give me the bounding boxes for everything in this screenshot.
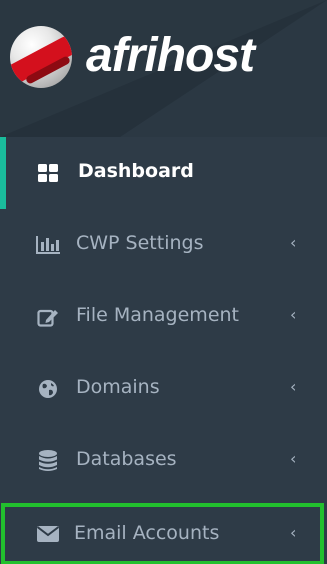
chevron-left-icon: ‹ <box>290 523 297 542</box>
dashboard-icon <box>36 162 60 184</box>
chevron-left-icon: ‹ <box>290 305 297 324</box>
envelope-icon <box>36 523 60 545</box>
sidebar-item-email-accounts[interactable]: Email Accounts ‹ <box>1 503 324 564</box>
chevron-left-icon: ‹ <box>290 377 297 396</box>
edit-icon <box>36 306 60 328</box>
sidebar-item-cwp-settings[interactable]: CWP Settings ‹ <box>0 209 327 281</box>
sidebar-item-label: Email Accounts <box>74 522 220 544</box>
chevron-left-icon: ‹ <box>290 449 297 468</box>
sidebar-item-dashboard[interactable]: Dashboard <box>0 137 327 209</box>
sidebar-item-domains[interactable]: Domains ‹ <box>0 353 327 425</box>
sidebar: afrihost Dashboard CWP Settings ‹ File M… <box>0 0 327 564</box>
sidebar-menu: Dashboard CWP Settings ‹ File Management… <box>0 137 327 564</box>
sidebar-item-label: Dashboard <box>78 160 194 182</box>
database-icon <box>36 450 60 472</box>
sidebar-item-label: CWP Settings <box>76 232 204 254</box>
sidebar-item-label: Databases <box>76 448 177 470</box>
bar-chart-icon <box>36 234 60 256</box>
brand-name: afrihost <box>86 29 255 82</box>
sidebar-item-label: Domains <box>76 376 160 398</box>
chevron-left-icon: ‹ <box>290 233 297 252</box>
sidebar-item-file-management[interactable]: File Management ‹ <box>0 281 327 353</box>
afrihost-logo-icon <box>10 26 72 88</box>
sidebar-item-label: File Management <box>76 304 239 326</box>
globe-icon <box>36 378 60 400</box>
logo-area[interactable]: afrihost <box>0 0 327 137</box>
sidebar-item-databases[interactable]: Databases ‹ <box>0 425 327 497</box>
